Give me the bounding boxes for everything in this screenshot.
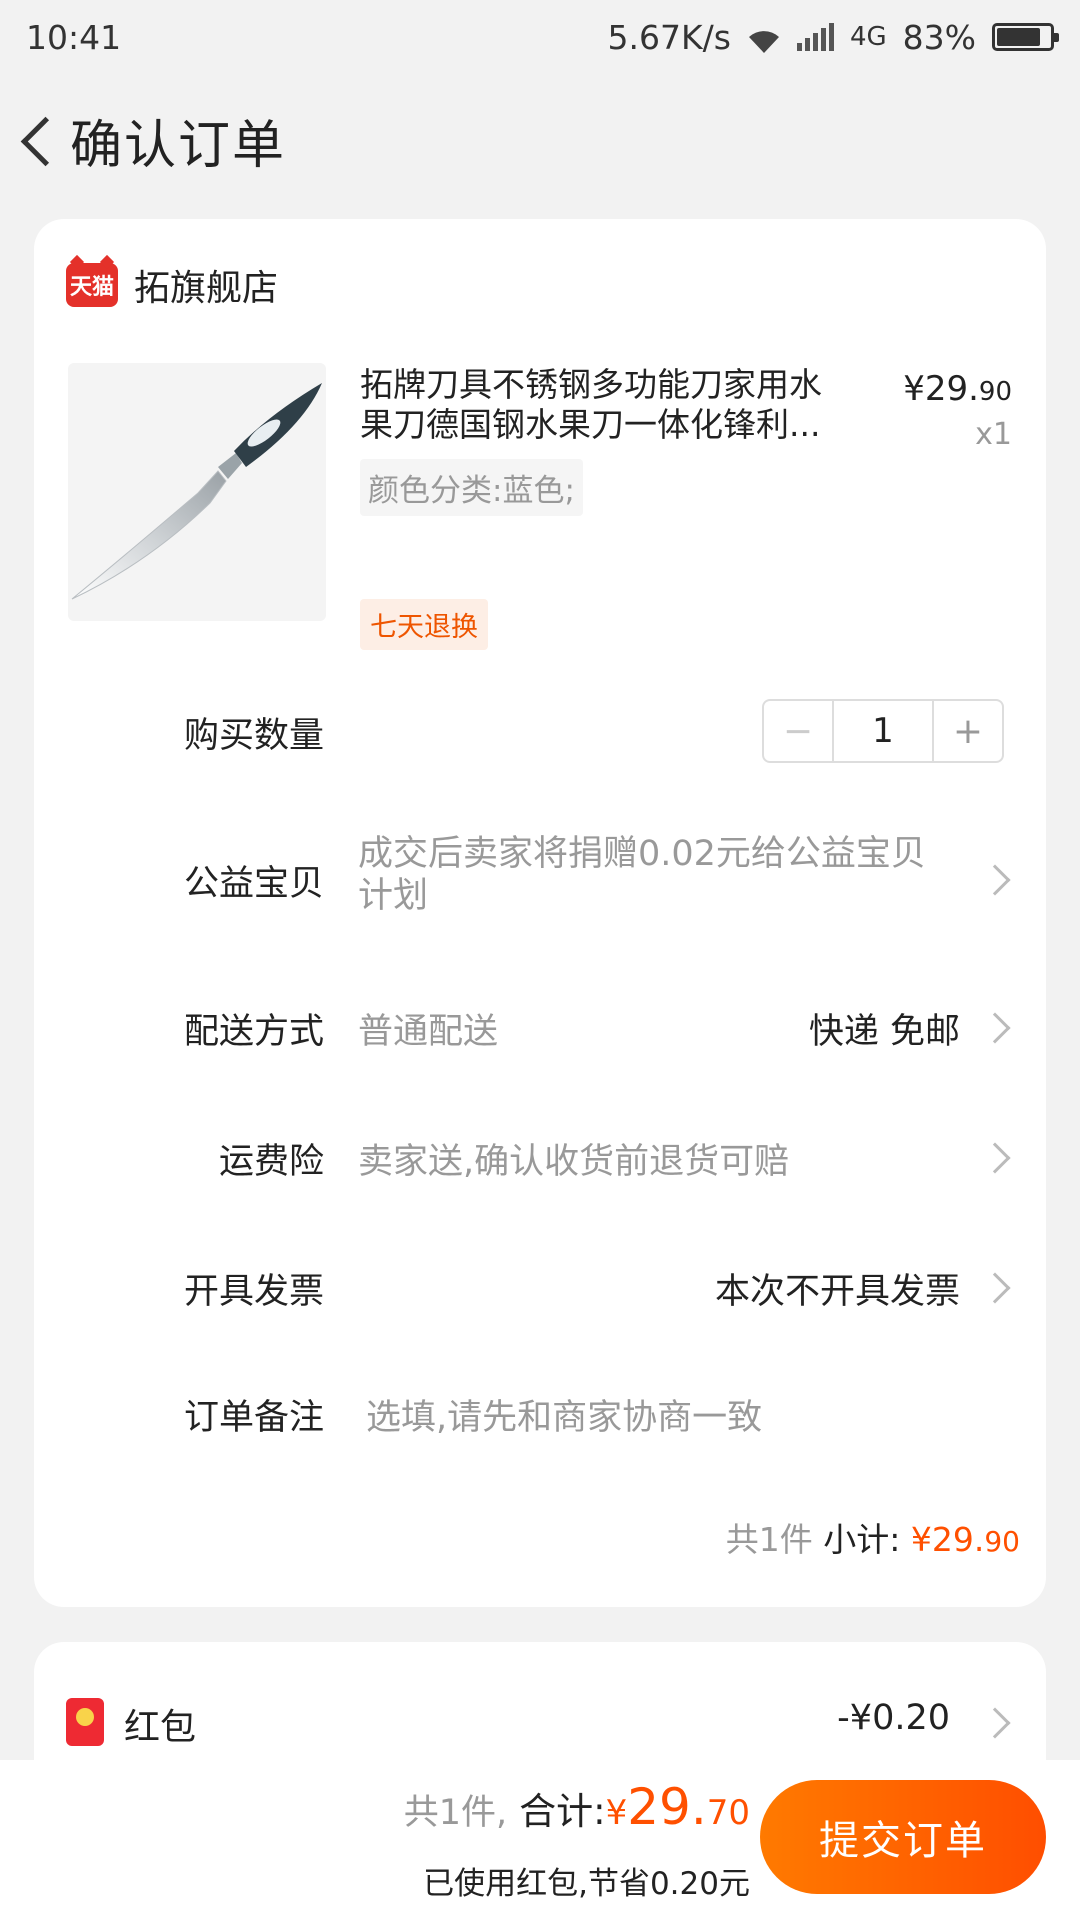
quantity-value[interactable]: 1 [834, 701, 932, 761]
charity-row[interactable]: 公益宝贝 成交后卖家将捐赠0.02元给公益宝贝计划 [34, 833, 1046, 923]
delivery-method: 快递 免邮 [808, 1012, 960, 1052]
return-policy-tag: 七天退换 [360, 599, 488, 650]
shop-header[interactable]: 天猫 拓旗舰店 [66, 259, 278, 311]
product-title[interactable]: 拓牌刀具不锈钢多功能刀家用水果刀德国钢水果刀一体化锋利... [360, 365, 842, 445]
tmall-badge-icon: 天猫 [66, 263, 118, 307]
subtotal: 共1件 小计: ¥29.90 [726, 1513, 1020, 1561]
currency-symbol: ¥ [605, 1793, 628, 1833]
subtotal-count: 共1件 [725, 1520, 824, 1559]
network-speed: 5.67K/s [607, 17, 731, 57]
delivery-value: 普通配送 [358, 1012, 499, 1052]
product-thumbnail[interactable] [68, 363, 326, 621]
back-arrow-icon[interactable] [6, 100, 66, 180]
total-line: 共1件, 合计:¥29.70 [404, 1778, 750, 1836]
chevron-right-icon [979, 864, 1011, 896]
chevron-right-icon [979, 1272, 1011, 1304]
page-title: 确认订单 [70, 115, 287, 176]
invoice-value: 本次不开具发票 [714, 1272, 960, 1312]
total-count: 共1件, [403, 1793, 508, 1833]
subtotal-label: 小计: [823, 1520, 911, 1559]
status-icons: 5.67K/s 4G 83% [607, 17, 1059, 57]
charity-label: 公益宝贝 [183, 864, 324, 904]
insurance-label: 运费险 [218, 1142, 324, 1182]
red-envelope-icon [66, 1698, 104, 1746]
note-row: 订单备注 选填,请先和商家协商一致 [34, 1389, 1046, 1439]
status-time: 10:41 [26, 17, 122, 57]
total-amount-decimal: 70 [706, 1793, 750, 1833]
delivery-row[interactable]: 配送方式 普通配送 快递 免邮 [34, 1003, 1046, 1053]
quantity-minus-button[interactable]: − [764, 701, 834, 761]
status-bar: 10:41 5.67K/s 4G 83% [0, 0, 1080, 74]
chevron-right-icon [979, 1707, 1011, 1739]
invoice-label: 开具发票 [183, 1272, 324, 1312]
product-price: ¥29.90 [903, 369, 1012, 409]
saving-note: 已使用红包,节省0.20元 [423, 1866, 750, 1902]
charity-value: 成交后卖家将捐赠0.02元给公益宝贝计划 [358, 834, 926, 916]
quantity-plus-button[interactable]: + [932, 701, 1002, 761]
chevron-right-icon [979, 1142, 1011, 1174]
total-amount: ¥29.70 [606, 1778, 750, 1836]
signal-icon [796, 23, 834, 51]
network-type: 4G [849, 22, 887, 52]
quantity-stepper: − 1 + [762, 699, 1004, 763]
bottom-bar: 共1件, 合计:¥29.70 已使用红包,节省0.20元 提交订单 [0, 1760, 1080, 1920]
hongbao-label: 红包 [124, 1707, 197, 1748]
chevron-right-icon [979, 1012, 1011, 1044]
product-sku: 颜色分类:蓝色; [360, 459, 583, 516]
price-main: ¥29. [903, 369, 979, 409]
subtotal-amount-decimal: 90 [984, 1525, 1020, 1558]
subtotal-amount: ¥29.90 [911, 1520, 1020, 1559]
submit-order-button[interactable]: 提交订单 [760, 1780, 1046, 1894]
subtotal-amount-main: ¥29. [910, 1520, 985, 1559]
battery-percent: 83% [902, 17, 976, 57]
hongbao-value: -¥0.20 [837, 1698, 950, 1738]
battery-icon [992, 23, 1059, 51]
insurance-row[interactable]: 运费险 卖家送,确认收货前退货可赔 [34, 1133, 1046, 1183]
delivery-label: 配送方式 [183, 1012, 324, 1052]
invoice-row[interactable]: 开具发票 本次不开具发票 [34, 1263, 1046, 1313]
note-label: 订单备注 [183, 1398, 324, 1438]
header: 确认订单 [0, 100, 1080, 180]
product-quantity: x1 [975, 417, 1012, 452]
total-amount-main: 29. [627, 1778, 707, 1836]
order-card: 天猫 拓旗舰店 拓牌刀具不锈钢多功能刀家用水果刀德国钢水果刀一体化锋利... 颜… [34, 219, 1046, 1607]
note-input[interactable]: 选填,请先和商家协商一致 [366, 1389, 762, 1440]
shop-name: 拓旗舰店 [134, 268, 279, 309]
price-decimal: 90 [978, 377, 1012, 407]
total-label: 合计: [519, 1790, 606, 1833]
wifi-icon [747, 24, 781, 53]
insurance-value: 卖家送,确认收货前退货可赔 [358, 1142, 790, 1182]
quantity-label: 购买数量 [183, 716, 324, 756]
